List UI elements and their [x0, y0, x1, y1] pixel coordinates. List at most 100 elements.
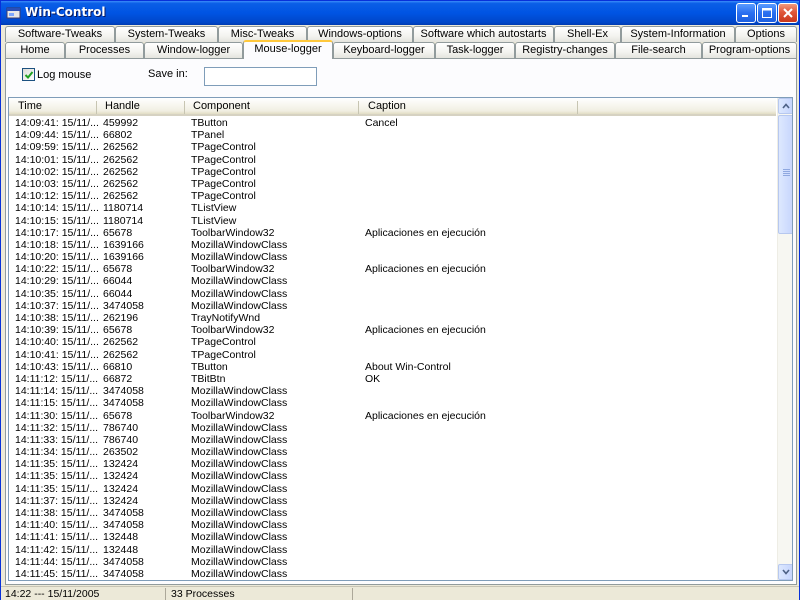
table-row[interactable]: 14:11:33: 15/11/... 786740 MozillaWindowCl…: [9, 434, 776, 446]
minimize-button[interactable]: [736, 3, 756, 23]
table-row[interactable]: 14:10:17: 15/11/... 65678 ToolbarWindow32 A…: [9, 227, 776, 239]
column-header-handle[interactable]: Handle: [105, 100, 140, 112]
tab-software-autostarts[interactable]: Software which autostarts: [413, 26, 554, 42]
table-row[interactable]: 14:11:34: 15/11/... 263502 MozillaWindowCl…: [9, 446, 776, 458]
table-row[interactable]: 14:10:20: 15/11/... 1639166 MozillaWindowC…: [9, 251, 776, 263]
cell-handle: 66802: [103, 129, 133, 142]
table-row[interactable]: 14:10:37: 15/11/... 3474058 MozillaWindowC…: [9, 300, 776, 312]
cell-handle: 262562: [103, 190, 139, 203]
tab-task-logger[interactable]: Task-logger: [435, 42, 515, 58]
scroll-thumb[interactable]: [778, 115, 792, 234]
table-row[interactable]: 14:11:30: 15/11/... 65678 ToolbarWindow32 A…: [9, 410, 776, 422]
table-row[interactable]: 14:10:43: 15/11/... 66810 TButton About Win…: [9, 361, 776, 373]
table-row[interactable]: 14:10:38: 15/11/... 262196 TrayNotifyWnd: [9, 312, 776, 324]
column-divider[interactable]: [577, 101, 578, 114]
table-row[interactable]: 14:10:02: 15/11/... 262562 TPageControl: [9, 166, 776, 178]
tab-mouse-logger[interactable]: Mouse-logger: [243, 40, 333, 59]
column-divider[interactable]: [184, 101, 185, 114]
table-row[interactable]: 14:10:03: 15/11/... 262562 TPageControl: [9, 178, 776, 190]
tab-registry-changes[interactable]: Registry-changes: [515, 42, 615, 58]
tab-row-top: Software-Tweaks System-Tweaks Misc-Tweak…: [5, 26, 797, 42]
maximize-button[interactable]: [757, 3, 777, 23]
table-row[interactable]: 14:11:41: 15/11/... 132448 MozillaWindowCl…: [9, 531, 776, 543]
cell-time: 14:10:12: 15/11/...: [15, 190, 99, 203]
table-row[interactable]: 14:10:35: 15/11/... 66044 MozillaWindowCla…: [9, 288, 776, 300]
table-row[interactable]: 14:11:12: 15/11/... 66872 TBitBtn OK: [9, 373, 776, 385]
table-row[interactable]: 14:10:18: 15/11/... 1639166 MozillaWindowC…: [9, 239, 776, 251]
save-in-input[interactable]: [204, 67, 317, 86]
log-mouse-label[interactable]: Log mouse: [37, 69, 91, 81]
table-row[interactable]: 14:11:42: 15/11/... 132448 MozillaWindowCl…: [9, 544, 776, 556]
cell-handle: 132424: [103, 458, 139, 471]
tab-options[interactable]: Options: [735, 26, 797, 42]
table-row[interactable]: 14:11:40: 15/11/... 3474058 MozillaWindowC…: [9, 519, 776, 531]
grip-line: [783, 173, 790, 174]
table-row[interactable]: 14:11:45: 15/11/... 3474058 MozillaWindowC…: [9, 568, 776, 580]
table-row[interactable]: 14:10:40: 15/11/... 262562 TPageControl: [9, 336, 776, 348]
cell-component: MozillaWindowClass: [191, 519, 288, 532]
scroll-down-button[interactable]: [778, 564, 792, 580]
cell-time: 14:10:35: 15/11/...: [15, 287, 99, 300]
table-header: Time Handle Component Caption: [9, 98, 776, 116]
tab-program-options[interactable]: Program-options: [702, 42, 797, 58]
grip-line: [783, 169, 790, 170]
mouse-log-table[interactable]: Time Handle Component Caption 14:09:41: …: [8, 97, 793, 581]
main-window: Win-Control Software-Tweaks System-Tweak…: [0, 0, 800, 600]
table-row[interactable]: 14:11:44: 15/11/... 3474058 MozillaWindowC…: [9, 556, 776, 568]
title-bar[interactable]: Win-Control: [1, 1, 799, 25]
column-divider[interactable]: [358, 101, 359, 114]
table-row[interactable]: 14:11:37: 15/11/... 132424 MozillaWindowCl…: [9, 495, 776, 507]
table-row[interactable]: 14:11:32: 15/11/... 786740 MozillaWindowCl…: [9, 422, 776, 434]
tab-system-tweaks[interactable]: System-Tweaks: [115, 26, 218, 42]
column-header-time[interactable]: Time: [18, 100, 42, 112]
cell-time: 14:09:44: 15/11/...: [15, 129, 99, 142]
cell-time: 14:11:37: 15/11/...: [15, 494, 99, 507]
cell-component: MozillaWindowClass: [191, 238, 288, 251]
cell-component: MozillaWindowClass: [191, 385, 288, 398]
table-row[interactable]: 14:10:41: 15/11/... 262562 TPageControl: [9, 349, 776, 361]
table-row[interactable]: 14:10:14: 15/11/... 1180714 TListView: [9, 202, 776, 214]
cell-time: 14:11:40: 15/11/...: [15, 519, 99, 532]
table-row[interactable]: 14:11:14: 15/11/... 3474058 MozillaWindowC…: [9, 385, 776, 397]
cell-time: 14:11:35: 15/11/...: [15, 482, 99, 495]
table-row[interactable]: 14:11:35: 15/11/... 132424 MozillaWindowCl…: [9, 458, 776, 470]
table-row[interactable]: 14:11:35: 15/11/... 132424 MozillaWindowCl…: [9, 483, 776, 495]
table-row[interactable]: 14:10:39: 15/11/... 65678 ToolbarWindow32 A…: [9, 324, 776, 336]
table-row[interactable]: 14:09:41: 15/11/... 459992 TButton Cancel: [9, 117, 776, 129]
tab-shell-ex[interactable]: Shell-Ex: [554, 26, 621, 42]
cell-caption: Aplicaciones en ejecución: [365, 324, 486, 337]
table-row[interactable]: 14:09:59: 15/11/... 262562 TPageControl: [9, 141, 776, 153]
tab-processes[interactable]: Processes: [65, 42, 144, 58]
tab-keyboard-logger[interactable]: Keyboard-logger: [333, 42, 435, 58]
vertical-scrollbar[interactable]: [777, 98, 792, 580]
table-row[interactable]: 14:09:44: 15/11/... 66802 TPanel: [9, 129, 776, 141]
cell-handle: 3474058: [103, 507, 144, 519]
column-header-caption[interactable]: Caption: [368, 100, 406, 112]
cell-time: 14:11:42: 15/11/...: [15, 543, 99, 556]
cell-time: 14:09:41: 15/11/...: [15, 117, 99, 129]
table-row[interactable]: 14:10:15: 15/11/... 1180714 TListView: [9, 215, 776, 227]
cell-handle: 3474058: [103, 567, 144, 580]
cell-component: TButton: [191, 360, 228, 373]
cell-component: TrayNotifyWnd: [191, 312, 261, 324]
cell-component: TPageControl: [191, 165, 256, 178]
cell-time: 14:11:33: 15/11/...: [15, 433, 99, 446]
table-row[interactable]: 14:11:35: 15/11/... 132424 MozillaWindowCl…: [9, 470, 776, 482]
column-divider[interactable]: [96, 101, 97, 114]
table-row[interactable]: 14:11:38: 15/11/... 3474058 MozillaWindowC…: [9, 507, 776, 519]
tab-file-search[interactable]: File-search: [615, 42, 702, 58]
column-header-component[interactable]: Component: [193, 100, 250, 112]
scroll-up-button[interactable]: [778, 98, 792, 114]
tab-software-tweaks[interactable]: Software-Tweaks: [5, 26, 115, 42]
cell-handle: 262562: [103, 177, 139, 190]
tab-system-information[interactable]: System-Information: [621, 26, 735, 42]
table-row[interactable]: 14:11:15: 15/11/... 3474058 MozillaWindowC…: [9, 397, 776, 409]
close-button[interactable]: [778, 3, 798, 23]
table-row[interactable]: 14:10:22: 15/11/... 65678 ToolbarWindow32 A…: [9, 263, 776, 275]
table-row[interactable]: 14:10:12: 15/11/... 262562 TPageControl: [9, 190, 776, 202]
table-row[interactable]: 14:10:01: 15/11/... 262562 TPageControl: [9, 154, 776, 166]
tab-home[interactable]: Home: [5, 42, 65, 58]
log-mouse-checkbox[interactable]: [22, 68, 35, 81]
table-row[interactable]: 14:10:29: 15/11/... 66044 MozillaWindowCla…: [9, 275, 776, 287]
tab-window-logger[interactable]: Window-logger: [144, 42, 243, 58]
